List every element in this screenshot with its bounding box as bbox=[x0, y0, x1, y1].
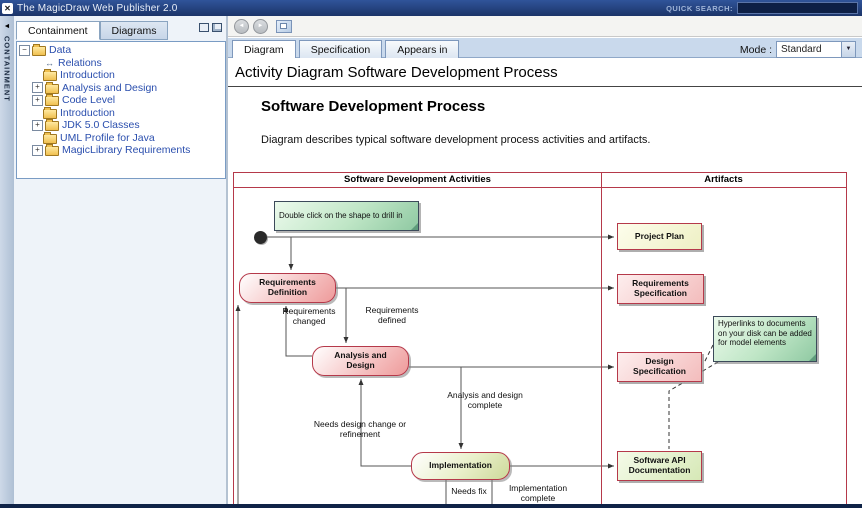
app-title: The MagicDraw Web Publisher 2.0 bbox=[17, 3, 178, 14]
edge-label-requirements-changed: Requirements changed bbox=[276, 307, 342, 327]
sidebar: Containment Diagrams − Data ↔ Relations … bbox=[14, 16, 226, 508]
tree-item-label: Code Level bbox=[62, 94, 115, 106]
back-button[interactable]: ◄ bbox=[234, 19, 249, 34]
tab-specification[interactable]: Specification bbox=[299, 40, 383, 59]
artifact-software-api-documentation[interactable]: Software API Documentation bbox=[617, 451, 702, 481]
activity-analysis-and-design[interactable]: Analysis and Design bbox=[312, 346, 409, 376]
tree-item-magiclibrary-requirements[interactable]: + MagicLibrary Requirements bbox=[19, 144, 225, 157]
mode-value: Standard bbox=[777, 44, 841, 55]
note-anchor-design-spec bbox=[704, 345, 713, 363]
window-bottom-border bbox=[0, 504, 862, 508]
sidebar-window-icons bbox=[199, 23, 222, 32]
lane-header-activities: Software Development Activities bbox=[234, 173, 601, 188]
mode-select[interactable]: Standard ▼ bbox=[776, 41, 856, 58]
initial-node bbox=[254, 231, 267, 244]
collapse-sidebar-icon[interactable]: ◄ bbox=[0, 16, 14, 30]
folder-icon bbox=[32, 46, 46, 56]
lane-divider bbox=[601, 173, 602, 508]
expander-plus-icon[interactable]: + bbox=[32, 82, 43, 93]
expander-plus-icon[interactable]: + bbox=[32, 95, 43, 106]
expander-minus-icon[interactable]: − bbox=[19, 45, 30, 56]
main-tabs: Diagram Specification Appears in bbox=[232, 40, 459, 59]
tree-item-label: Introduction bbox=[60, 107, 115, 119]
note-drill-in: Double click on the shape to drill in bbox=[274, 201, 419, 231]
edge-label-needs-design-change: Needs design change or refinement bbox=[312, 420, 408, 440]
diagram-heading: Software Development Process bbox=[261, 98, 485, 115]
tree-item-introduction-2[interactable]: Introduction bbox=[19, 107, 225, 120]
tab-appears-in[interactable]: Appears in bbox=[385, 40, 459, 59]
containment-strip: ◄ CONTAINMENT bbox=[0, 16, 15, 508]
main-tabbar: Diagram Specification Appears in Mode : … bbox=[228, 38, 862, 58]
sidebar-tabs: Containment Diagrams bbox=[16, 21, 168, 40]
containment-tree: − Data ↔ Relations Introduction + Analys… bbox=[16, 41, 226, 179]
tab-diagrams[interactable]: Diagrams bbox=[100, 21, 169, 40]
main-panel: ◄ ► Diagram Specification Appears in Mod… bbox=[228, 16, 862, 508]
diagram-description: Diagram describes typical software devel… bbox=[261, 134, 650, 146]
tree-item-uml-profile[interactable]: UML Profile for Java bbox=[19, 132, 225, 145]
tree-item-relations[interactable]: ↔ Relations bbox=[19, 57, 225, 70]
title-bar: ✕ The MagicDraw Web Publisher 2.0 QUICK … bbox=[0, 0, 862, 16]
app-window: ✕ The MagicDraw Web Publisher 2.0 QUICK … bbox=[0, 0, 862, 508]
lane-header-artifacts: Artifacts bbox=[601, 173, 846, 188]
note-hyperlinks: Hyperlinks to documents on your disk can… bbox=[713, 316, 817, 362]
main-toolbar: ◄ ► bbox=[228, 16, 862, 37]
tree-item-label: UML Profile for Java bbox=[60, 132, 155, 144]
activity-implementation[interactable]: Implementation bbox=[411, 452, 510, 480]
expander-plus-icon[interactable]: + bbox=[32, 120, 43, 131]
artifact-requirements-specification[interactable]: Requirements Specification bbox=[617, 274, 704, 304]
relations-icon: ↔ bbox=[43, 58, 56, 68]
permalink-icon[interactable] bbox=[276, 20, 292, 33]
tree-item-label: Introduction bbox=[60, 69, 115, 81]
tree-item-analysis-and-design[interactable]: + Analysis and Design bbox=[19, 82, 225, 95]
tree-item-label: Data bbox=[49, 44, 71, 56]
mode-label: Mode : bbox=[740, 44, 772, 56]
folder-icon bbox=[45, 121, 59, 131]
quick-search-area: QUICK SEARCH: bbox=[666, 2, 862, 14]
tree-item-label: Relations bbox=[58, 57, 102, 69]
tree-item-label: MagicLibrary Requirements bbox=[62, 144, 190, 156]
content-area: Activity Diagram Software Development Pr… bbox=[228, 58, 862, 508]
tree-item-jdk-classes[interactable]: + JDK 5.0 Classes bbox=[19, 119, 225, 132]
edge-label-needs-fix: Needs fix bbox=[448, 487, 490, 497]
tab-containment[interactable]: Containment bbox=[16, 21, 100, 40]
float-panel-icon[interactable] bbox=[212, 23, 222, 32]
title-divider bbox=[228, 86, 862, 87]
expander-plus-icon[interactable]: + bbox=[32, 145, 43, 156]
magicdraw-logo-icon: ✕ bbox=[2, 3, 13, 14]
page-title: Activity Diagram Software Development Pr… bbox=[235, 64, 558, 81]
containment-strip-label: CONTAINMENT bbox=[3, 36, 12, 102]
tree-item-label: JDK 5.0 Classes bbox=[62, 119, 140, 131]
activity-requirements-definition[interactable]: Requirements Definition bbox=[239, 273, 336, 303]
chevron-down-icon[interactable]: ▼ bbox=[841, 42, 855, 57]
tree-item-label: Analysis and Design bbox=[62, 82, 157, 94]
edge-label-analysis-complete: Analysis and design complete bbox=[444, 391, 526, 411]
folder-icon bbox=[43, 71, 57, 81]
folder-icon bbox=[45, 84, 59, 94]
tree-item-introduction-1[interactable]: Introduction bbox=[19, 69, 225, 82]
folder-icon bbox=[43, 134, 57, 144]
folder-icon bbox=[45, 146, 59, 156]
edge-label-requirements-defined: Requirements defined bbox=[356, 306, 428, 326]
tree-item-code-level[interactable]: + Code Level bbox=[19, 94, 225, 107]
artifact-project-plan[interactable]: Project Plan bbox=[617, 223, 702, 250]
artifact-design-specification[interactable]: Design Specification bbox=[617, 352, 702, 382]
edge-label-implementation-complete: Implementation complete bbox=[498, 484, 578, 504]
folder-icon bbox=[43, 109, 57, 119]
tab-diagram[interactable]: Diagram bbox=[232, 40, 296, 59]
activity-diagram: Software Development Activities Artifact… bbox=[233, 172, 847, 508]
forward-button[interactable]: ► bbox=[253, 19, 268, 34]
tree-item-data[interactable]: − Data bbox=[19, 44, 225, 57]
minimize-panel-icon[interactable] bbox=[199, 23, 209, 32]
quick-search-label: QUICK SEARCH: bbox=[666, 4, 733, 13]
folder-icon bbox=[45, 96, 59, 106]
mode-area: Mode : Standard ▼ bbox=[740, 41, 856, 58]
quick-search-input[interactable] bbox=[737, 2, 858, 14]
